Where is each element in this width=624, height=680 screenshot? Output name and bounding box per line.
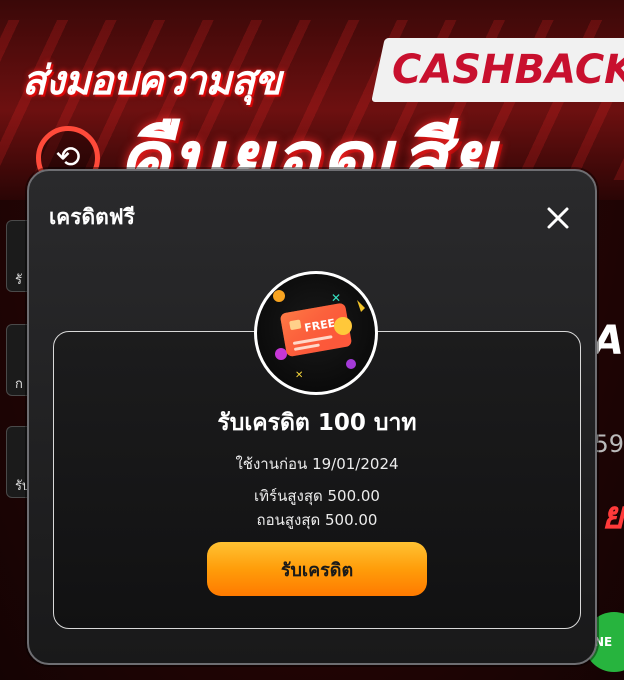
credit-card-illustration: ✕ ✕ FREE: [273, 290, 365, 381]
claim-credit-button[interactable]: รับเครดิต: [207, 542, 427, 596]
close-icon[interactable]: [543, 203, 573, 233]
background-tiles: รั ก รับ: [0, 190, 34, 520]
svg-text:✕: ✕: [331, 291, 341, 305]
modal-title: เครดิตฟรี: [49, 205, 135, 229]
free-credit-modal: เครดิตฟรี ✕ ✕ FREE รับเครดิต 100 บาท ใช้…: [27, 169, 597, 665]
credit-title: รับเครดิต 100 บาท: [217, 410, 417, 436]
background-text: 59: [593, 430, 624, 458]
background-text: ย: [601, 493, 624, 537]
cashback-badge: CASHBACK: [371, 38, 624, 102]
max-turnover: เทิร์นสูงสุด 500.00: [254, 487, 380, 505]
free-credit-card-icon: ✕ ✕ FREE: [254, 271, 378, 395]
cashback-badge-label: CASHBACK: [392, 47, 624, 93]
use-before-date: ใช้งานก่อน 19/01/2024: [235, 455, 399, 473]
svg-text:✕: ✕: [295, 370, 303, 381]
max-withdraw: ถอนสูงสุด 500.00: [256, 511, 378, 529]
